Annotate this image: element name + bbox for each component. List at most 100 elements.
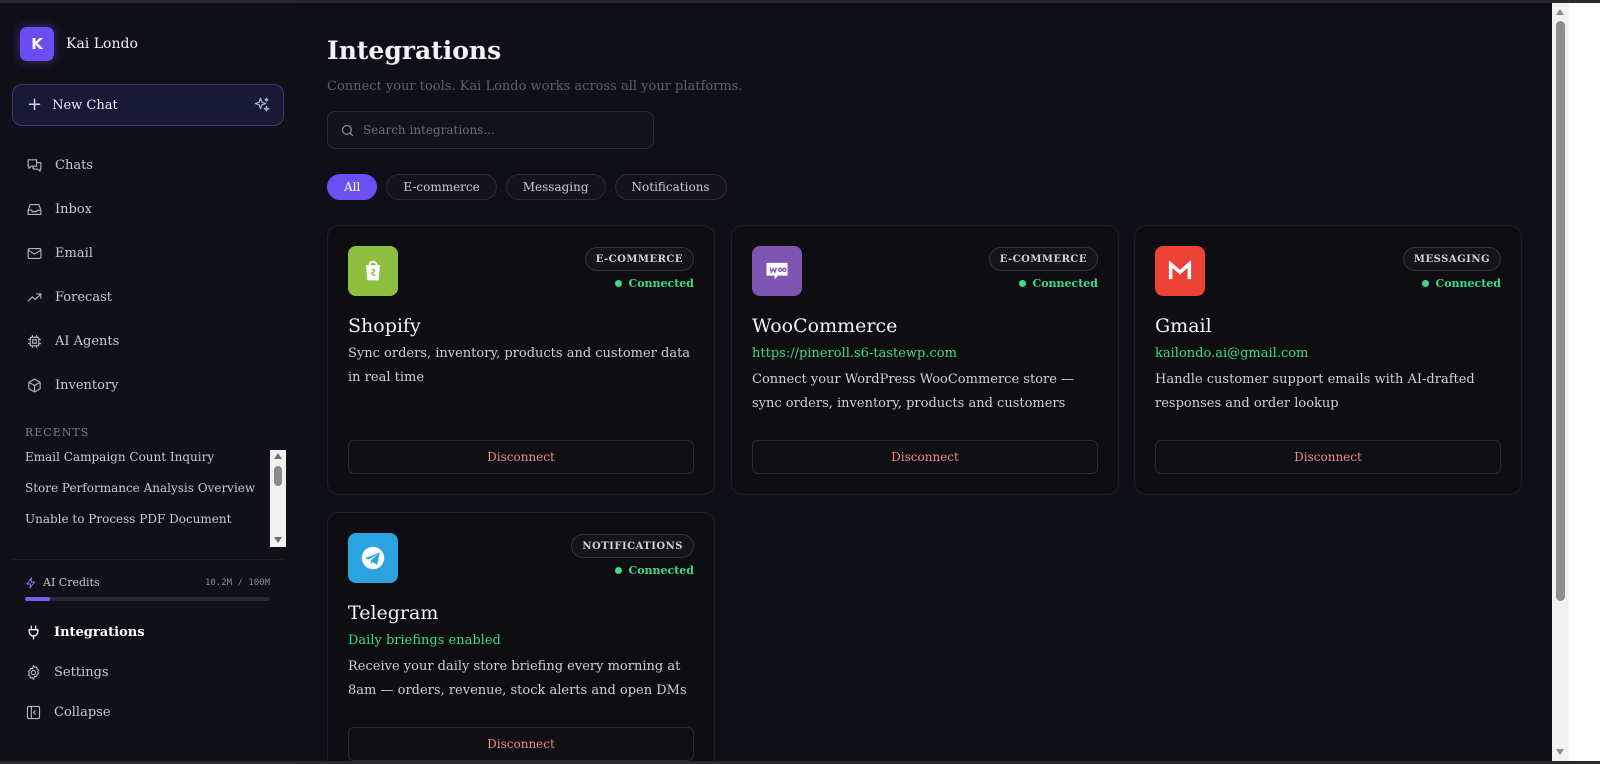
integration-card-telegram: NOTIFICATIONS Connected Telegram Daily b… xyxy=(327,512,715,761)
shopify-icon xyxy=(348,246,398,296)
disconnect-button[interactable]: Disconnect xyxy=(752,440,1098,474)
status-dot-icon xyxy=(615,567,623,574)
status-text: Connected xyxy=(1435,277,1501,290)
scroll-up-arrow-icon[interactable] xyxy=(1556,9,1564,15)
search-box[interactable] xyxy=(327,111,654,149)
new-chat-label: New Chat xyxy=(52,97,118,113)
scroll-down-arrow-icon[interactable] xyxy=(1556,749,1564,755)
scroll-up-arrow-icon[interactable] xyxy=(274,453,282,459)
gmail-icon xyxy=(1155,246,1205,296)
brand[interactable]: K Kai Londo xyxy=(20,27,138,61)
sidebar-divider xyxy=(12,559,284,560)
integration-store-url: https://pineroll.s6-tastewp.com xyxy=(752,346,957,361)
status-badge: Connected xyxy=(615,564,694,577)
sidebar-item-label: Forecast xyxy=(55,289,112,305)
integration-description: Receive your daily store briefing every … xyxy=(348,659,687,698)
disconnect-button[interactable]: Disconnect xyxy=(348,440,694,474)
ai-credits-label: AI Credits xyxy=(43,576,100,589)
trend-icon xyxy=(27,292,42,302)
recents-list: Email Campaign Count Inquiry Store Perfo… xyxy=(25,450,270,543)
integration-description: Connect your WordPress WooCommerce store… xyxy=(752,372,1075,411)
sidebar-item-label: Settings xyxy=(54,664,109,680)
chip-icon xyxy=(28,334,41,348)
category-filters: All E-commerce Messaging Notifications xyxy=(327,174,736,200)
status-dot-icon xyxy=(1422,280,1430,287)
recents-heading: RECENTS xyxy=(25,426,90,439)
sidebar-item-collapse[interactable]: Collapse xyxy=(0,692,296,732)
ai-credits-progress-track xyxy=(25,597,269,601)
plus-icon: + xyxy=(27,94,43,115)
scroll-thumb[interactable] xyxy=(274,466,282,486)
lightning-icon xyxy=(26,577,35,588)
search-icon xyxy=(341,124,354,136)
sidebar-item-integrations[interactable]: Integrations xyxy=(0,612,296,652)
sidebar-item-label: Inventory xyxy=(55,377,119,393)
status-badge: Connected xyxy=(1019,277,1098,290)
collapse-icon xyxy=(26,705,41,719)
filter-chip-notifications[interactable]: Notifications xyxy=(614,174,727,200)
filter-chip-messaging[interactable]: Messaging xyxy=(505,174,606,200)
status-text: Connected xyxy=(628,564,694,577)
recent-chat-item[interactable]: Store Performance Analysis Overview xyxy=(25,481,270,512)
status-text: Connected xyxy=(628,277,694,290)
status-badge: Connected xyxy=(1422,277,1501,290)
page-subtitle: Connect your tools. Kai Londo works acro… xyxy=(327,79,743,94)
integration-name: WooCommerce xyxy=(752,315,898,337)
sidebar-item-email[interactable]: Email xyxy=(0,231,296,275)
status-dot-icon xyxy=(1019,280,1027,287)
filter-chip-ecommerce[interactable]: E-commerce xyxy=(386,174,497,200)
scroll-thumb[interactable] xyxy=(1556,21,1565,601)
inbox-icon xyxy=(27,203,42,215)
new-chat-button[interactable]: + New Chat xyxy=(12,84,284,126)
disconnect-button[interactable]: Disconnect xyxy=(1155,440,1501,474)
sidebar-item-label: Integrations xyxy=(54,624,145,640)
integration-card-gmail: MESSAGING Connected Gmail kailondo.ai@gm… xyxy=(1134,225,1522,495)
search-input[interactable] xyxy=(363,123,643,137)
page-title: Integrations xyxy=(327,36,502,65)
category-badge: E-COMMERCE xyxy=(584,247,694,271)
sidebar-item-inbox[interactable]: Inbox xyxy=(0,187,296,231)
recent-chat-item[interactable]: Unable to Process PDF Document xyxy=(25,512,270,543)
plug-icon xyxy=(28,624,39,640)
window-edge xyxy=(1569,3,1600,761)
woocommerce-icon xyxy=(752,246,802,296)
brand-name: Kai Londo xyxy=(66,36,138,52)
telegram-icon xyxy=(348,533,398,583)
integration-name: Telegram xyxy=(348,602,439,624)
sidebar-item-inventory[interactable]: Inventory xyxy=(0,363,296,407)
sidebar-nav: Chats Inbox Email Forecast AI Agents Inv… xyxy=(0,143,296,407)
sidebar-item-label: Collapse xyxy=(54,704,111,720)
sidebar-bottom-nav: Integrations Settings Collapse xyxy=(0,612,296,732)
sidebar-item-forecast[interactable]: Forecast xyxy=(0,275,296,319)
integration-card-shopify: E-COMMERCE Connected Shopify Sync orders… xyxy=(327,225,715,495)
integration-description: Sync orders, inventory, products and cus… xyxy=(348,346,691,385)
disconnect-button[interactable]: Disconnect xyxy=(348,727,694,761)
gear-icon xyxy=(27,664,40,680)
filter-chip-all[interactable]: All xyxy=(327,174,378,200)
sidebar-item-ai-agents[interactable]: AI Agents xyxy=(0,319,296,363)
sidebar-item-settings[interactable]: Settings xyxy=(0,652,296,692)
recent-chat-item[interactable]: Email Campaign Count Inquiry xyxy=(25,450,270,481)
sidebar-item-label: AI Agents xyxy=(55,333,120,349)
category-badge: E-COMMERCE xyxy=(988,247,1098,271)
scroll-down-arrow-icon[interactable] xyxy=(274,537,282,543)
page-scrollbar[interactable] xyxy=(1552,3,1569,761)
category-badge: NOTIFICATIONS xyxy=(571,534,694,558)
sidebar-item-label: Email xyxy=(55,245,93,261)
ai-credits-value: 10.2M / 100M xyxy=(204,577,270,588)
brand-avatar: K xyxy=(20,27,54,61)
mail-icon xyxy=(27,247,42,259)
recents-scrollbar[interactable] xyxy=(270,450,286,547)
integration-subtitle: Daily briefings enabled xyxy=(348,633,501,648)
integration-card-woocommerce: E-COMMERCE Connected WooCommerce https:/… xyxy=(731,225,1119,495)
ai-credits-progress-fill xyxy=(25,597,50,601)
status-dot-icon xyxy=(615,280,623,287)
box-icon xyxy=(28,378,41,392)
integration-account-email: kailondo.ai@gmail.com xyxy=(1155,346,1309,361)
ai-credits-meter: AI Credits 10.2M / 100M xyxy=(25,576,270,601)
category-badge: MESSAGING xyxy=(1402,247,1501,271)
sparkle-icon xyxy=(254,97,270,112)
integration-description: Handle customer support emails with AI-d… xyxy=(1155,372,1475,411)
integration-name: Shopify xyxy=(348,315,421,337)
sidebar-item-chats[interactable]: Chats xyxy=(0,143,296,187)
